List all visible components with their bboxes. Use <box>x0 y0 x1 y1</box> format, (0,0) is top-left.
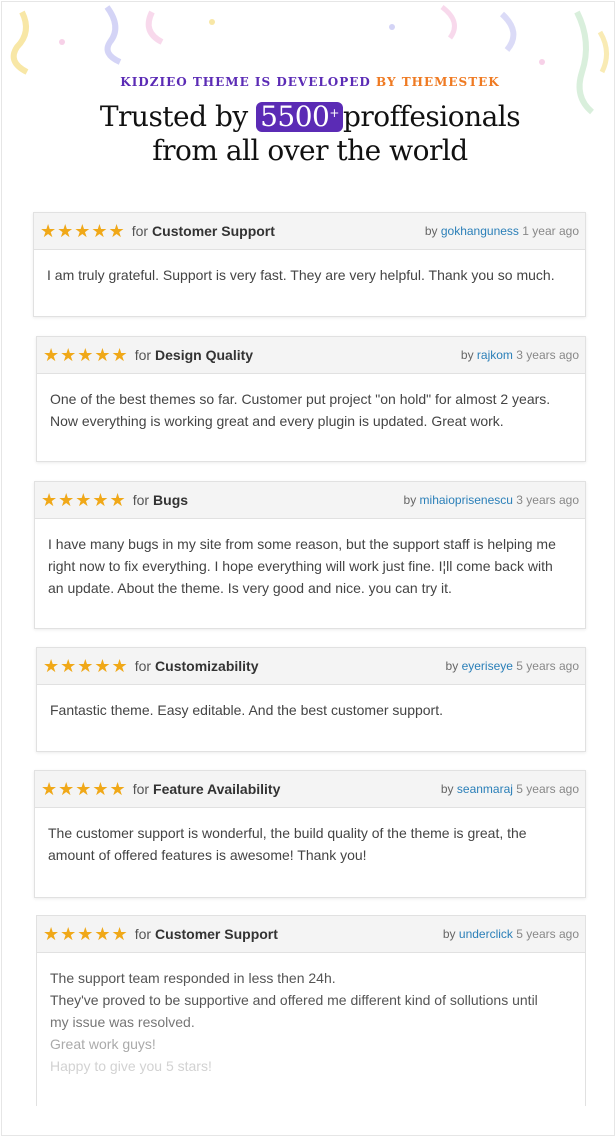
review-header: ★★★★★ for Customer Support by gokhangune… <box>34 213 585 250</box>
review-text-line: Happy to give you 5 stars! <box>50 1058 212 1074</box>
review-card: ★★★★★ for Customer Support by underclick… <box>36 915 586 1106</box>
rating-stars-icon: ★★★★★ <box>43 923 129 944</box>
review-time: 3 years ago <box>516 493 579 507</box>
review-text-line: I have many bugs in my site from some re… <box>48 536 556 552</box>
headline-pre: Trusted by <box>99 100 248 133</box>
review-text-line: Now everything is working great and ever… <box>50 413 504 429</box>
review-card: ★★★★★ for Customer Support by gokhangune… <box>33 212 586 317</box>
review-text-line: They've proved to be supportive and offe… <box>50 992 538 1008</box>
rating-stars-icon: ★★★★★ <box>40 220 126 241</box>
review-body: The support team responded in less then … <box>37 953 585 1091</box>
review-text-line: an update. About the theme. Is very good… <box>48 580 452 596</box>
review-header: ★★★★★ for Customizability by eyeriseye 5… <box>37 648 585 685</box>
review-text-line: right now to fix everything. I hope ever… <box>48 558 553 574</box>
review-card: ★★★★★ for Customizability by eyeriseye 5… <box>36 647 586 752</box>
tagline-developer: BY THEMESTEK <box>376 75 500 89</box>
review-author-link[interactable]: seanmaraj <box>457 782 513 796</box>
review-header: ★★★★★ for Customer Support by underclick… <box>37 916 585 953</box>
review-author-link[interactable]: rajkom <box>477 348 513 362</box>
for-label: for <box>132 781 150 797</box>
customer-count-plus: + <box>329 106 339 120</box>
review-body: I have many bugs in my site from some re… <box>35 519 585 613</box>
review-author-link[interactable]: mihaioprisenescu <box>420 493 513 507</box>
by-label: by <box>442 927 456 941</box>
review-time: 5 years ago <box>516 927 579 941</box>
rating-stars-icon: ★★★★★ <box>41 778 127 799</box>
review-category: Customer Support <box>155 926 278 942</box>
page-frame: KIDZIEO THEME IS DEVELOPED BY THEMESTEK … <box>1 1 615 1136</box>
by-label: by <box>445 659 459 673</box>
review-card: ★★★★★ for Bugs by mihaioprisenescu 3 yea… <box>34 481 586 629</box>
review-author-link[interactable]: gokhanguness <box>441 224 519 238</box>
review-body: I am truly grateful. Support is very fas… <box>34 250 585 300</box>
review-author-link[interactable]: eyeriseye <box>462 659 513 673</box>
headline-post: proffesionals <box>342 100 521 133</box>
by-label: by <box>403 493 417 507</box>
review-card: ★★★★★ for Design Quality by rajkom 3 yea… <box>36 336 586 462</box>
review-text-line: One of the best themes so far. Customer … <box>50 391 551 407</box>
review-header: ★★★★★ for Bugs by mihaioprisenescu 3 yea… <box>35 482 585 519</box>
review-body: The customer support is wonderful, the b… <box>35 808 585 880</box>
review-text-line: The support team responded in less then … <box>50 970 336 986</box>
for-label: for <box>131 223 149 239</box>
review-time: 5 years ago <box>516 782 579 796</box>
review-category: Customer Support <box>152 223 275 239</box>
headline-line2: from all over the world <box>152 134 468 167</box>
review-time: 3 years ago <box>516 348 579 362</box>
review-header: ★★★★★ for Feature Availability by seanma… <box>35 771 585 808</box>
by-label: by <box>460 348 474 362</box>
review-body: One of the best themes so far. Customer … <box>37 374 585 446</box>
review-category: Bugs <box>153 492 189 508</box>
for-label: for <box>134 658 152 674</box>
for-label: for <box>134 926 152 942</box>
rating-stars-icon: ★★★★★ <box>41 489 127 510</box>
review-category: Design Quality <box>155 347 254 363</box>
customer-count: 5500 <box>260 100 330 133</box>
customer-count-badge: 5500+ <box>256 102 343 132</box>
review-text-line: Great work guys! <box>50 1036 156 1052</box>
review-text-line: my issue was resolved. <box>50 1014 195 1030</box>
by-label: by <box>424 224 438 238</box>
tagline-theme: KIDZIEO THEME IS DEVELOPED <box>120 75 371 89</box>
review-category: Feature Availability <box>153 781 281 797</box>
rating-stars-icon: ★★★★★ <box>43 655 129 676</box>
for-label: for <box>132 492 150 508</box>
rating-stars-icon: ★★★★★ <box>43 344 129 365</box>
by-label: by <box>440 782 454 796</box>
for-label: for <box>134 347 152 363</box>
review-header: ★★★★★ for Design Quality by rajkom 3 yea… <box>37 337 585 374</box>
page-title: Trusted by 5500+ proffesionals from all o… <box>2 100 614 168</box>
review-text-line: amount of offered features is awesome! T… <box>48 847 367 863</box>
review-time: 1 year ago <box>522 224 579 238</box>
review-category: Customizability <box>155 658 259 674</box>
review-card: ★★★★★ for Feature Availability by seanma… <box>34 770 586 898</box>
review-body: Fantastic theme. Easy editable. And the … <box>37 685 585 735</box>
review-time: 5 years ago <box>516 659 579 673</box>
review-author-link[interactable]: underclick <box>459 927 513 941</box>
review-text-line: The customer support is wonderful, the b… <box>48 825 527 841</box>
tagline: KIDZIEO THEME IS DEVELOPED BY THEMESTEK <box>2 75 614 89</box>
review-text-line: Fantastic theme. Easy editable. And the … <box>50 702 443 718</box>
review-text-line: I am truly grateful. Support is very fas… <box>47 267 555 283</box>
